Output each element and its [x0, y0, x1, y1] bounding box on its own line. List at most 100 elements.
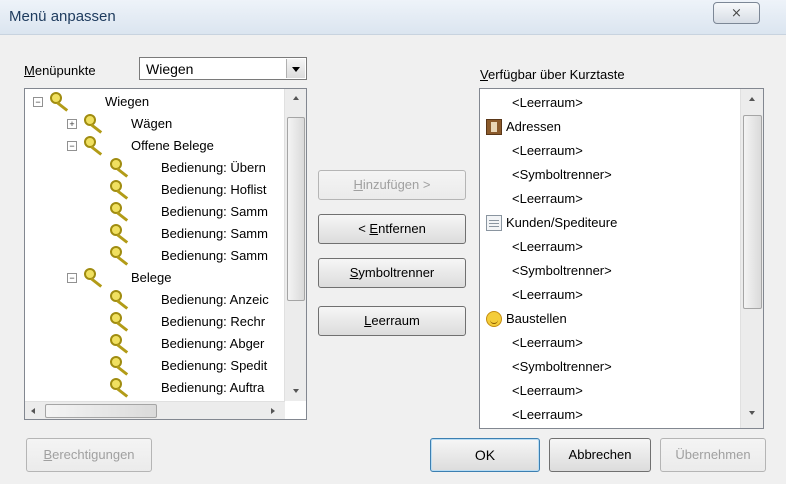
tree-item-label: Bedienung: Anzeic	[161, 292, 269, 307]
available-item-label: <Leerraum>	[512, 191, 583, 206]
key-icon	[109, 157, 133, 179]
tree-scroll-thumb[interactable]	[287, 117, 305, 301]
scroll-down-arrow-icon[interactable]	[293, 389, 299, 393]
available-list-item[interactable]: Baustellen	[480, 307, 740, 331]
scroll-left-arrow-icon[interactable]	[31, 408, 35, 414]
tree-item-label: Bedienung: Spedit	[161, 358, 268, 373]
available-item-label: Adressen	[506, 119, 561, 134]
key-icon	[83, 113, 107, 135]
available-list-item[interactable]: <Leerraum>	[480, 379, 740, 403]
available-item-label: <Leerraum>	[512, 383, 583, 398]
tree-item[interactable]: − Wiegen	[25, 91, 284, 113]
available-item-label: Kunden/Spediteure	[506, 215, 618, 230]
table-icon	[486, 215, 502, 231]
menu-items-label: Menüpunkte	[24, 63, 96, 78]
available-list-item[interactable]: <Leerraum>	[480, 139, 740, 163]
available-item-label: <Symboltrenner>	[512, 167, 612, 182]
tree-item-label: Wägen	[131, 116, 173, 131]
key-icon	[109, 377, 133, 399]
tree-item[interactable]: Bedienung: Übern	[25, 157, 284, 179]
cancel-button[interactable]: Abbrechen	[549, 438, 651, 472]
key-icon	[109, 245, 133, 267]
tree-item-label: Offene Belege	[131, 138, 214, 153]
available-item-label: Baustellen	[506, 311, 567, 326]
collapse-minus-icon[interactable]: −	[67, 141, 77, 151]
menu-items-selected: Wiegen	[146, 61, 194, 77]
available-list-item[interactable]: <Symboltrenner>	[480, 355, 740, 379]
chevron-down-icon[interactable]	[286, 59, 305, 78]
symbol-separator-button[interactable]: Symboltrenner	[318, 258, 466, 288]
menu-items-dropdown[interactable]: Wiegen	[139, 57, 307, 80]
tree-item[interactable]: Bedienung: Auftra	[25, 377, 284, 399]
available-list-item[interactable]: <Leerraum>	[480, 403, 740, 427]
customize-menu-dialog: Menü anpassen ⨯ Menüpunkte Wiegen − Wiege…	[0, 0, 786, 484]
tree-item-label: Bedienung: Übern	[161, 160, 266, 175]
tree-item-label: Bedienung: Samm	[161, 248, 268, 263]
tree-hscroll-thumb[interactable]	[45, 404, 157, 418]
available-item-label: <Leerraum>	[512, 95, 583, 110]
tree-item[interactable]: + Wägen	[25, 113, 284, 135]
key-icon	[83, 267, 107, 289]
key-icon	[109, 355, 133, 377]
available-list-item[interactable]: <Symboltrenner>	[480, 163, 740, 187]
available-item-label: <Symboltrenner>	[512, 359, 612, 374]
tree-item[interactable]: Bedienung: Samm	[25, 223, 284, 245]
tree-item[interactable]: Bedienung: Samm	[25, 201, 284, 223]
tree-item[interactable]: Bedienung: Samm	[25, 245, 284, 267]
tree-item[interactable]: Bedienung: Anzeic	[25, 289, 284, 311]
available-list-item[interactable]: Adressen	[480, 115, 740, 139]
tree-item[interactable]: − Belege	[25, 267, 284, 289]
list-scroll-thumb[interactable]	[743, 115, 762, 309]
available-item-label: <Symboltrenner>	[512, 263, 612, 278]
available-item-label: <Leerraum>	[512, 407, 583, 422]
expand-plus-icon[interactable]: +	[67, 119, 77, 129]
available-item-label: <Leerraum>	[512, 143, 583, 158]
key-icon	[109, 311, 133, 333]
scroll-down-arrow-icon[interactable]	[749, 411, 755, 415]
tree-item-label: Bedienung: Samm	[161, 226, 268, 241]
available-list-item[interactable]: <Leerraum>	[480, 283, 740, 307]
tree-item[interactable]: Bedienung: Abger	[25, 333, 284, 355]
space-button[interactable]: Leerraum	[318, 306, 466, 336]
tree-item[interactable]: Bedienung: Rechr	[25, 311, 284, 333]
smiley-icon	[486, 311, 502, 327]
tree-item-label: Bedienung: Auftra	[161, 380, 265, 395]
tree-item-label: Belege	[131, 270, 172, 285]
book-icon	[486, 119, 502, 135]
ok-button[interactable]: OK	[430, 438, 540, 472]
tree-horizontal-scrollbar[interactable]	[25, 401, 285, 419]
available-item-label: <Leerraum>	[512, 287, 583, 302]
apply-button[interactable]: Übernehmen	[660, 438, 766, 472]
key-icon	[109, 179, 133, 201]
tree-item[interactable]: Bedienung: Spedit	[25, 355, 284, 377]
available-list-item[interactable]: <Leerraum>	[480, 235, 740, 259]
close-button[interactable]: ⨯	[713, 2, 760, 24]
key-icon	[109, 201, 133, 223]
tree-item-label: Bedienung: Rechr	[161, 314, 266, 329]
available-list-item[interactable]: Kunden/Spediteure	[480, 211, 740, 235]
tree-item[interactable]: − Offene Belege	[25, 135, 284, 157]
available-item-label: <Leerraum>	[512, 335, 583, 350]
key-icon	[49, 91, 73, 113]
collapse-minus-icon[interactable]: −	[33, 97, 43, 107]
title-bar[interactable]: Menü anpassen ⨯	[0, 0, 786, 35]
list-vertical-scrollbar[interactable]	[740, 89, 763, 428]
remove-button[interactable]: < Entfernen	[318, 214, 466, 244]
tree-vertical-scrollbar[interactable]	[284, 89, 306, 401]
collapse-minus-icon[interactable]: −	[67, 273, 77, 283]
available-shortcut-list[interactable]: <Leerraum> Adressen <Leerraum> <Symboltrenn…	[479, 88, 764, 429]
available-list-item[interactable]: <Symboltrenner>	[480, 259, 740, 283]
tree-item[interactable]: Bedienung: Hoflist	[25, 179, 284, 201]
menu-tree[interactable]: − Wiegen + Wägen − Offene Belege Bedienung: Üb…	[24, 88, 307, 420]
permissions-button[interactable]: Berechtigungen	[26, 438, 152, 472]
available-list-item[interactable]: <Leerraum>	[480, 331, 740, 355]
tree-item-label: Bedienung: Hoflist	[161, 182, 267, 197]
scroll-up-arrow-icon[interactable]	[749, 97, 755, 101]
scroll-up-arrow-icon[interactable]	[293, 96, 299, 100]
tree-item-label: Bedienung: Samm	[161, 204, 268, 219]
available-shortcut-label: Verfügbar über Kurztaste	[480, 67, 625, 82]
scroll-right-arrow-icon[interactable]	[271, 408, 275, 414]
add-button[interactable]: Hinzufügen >	[318, 170, 466, 200]
available-list-item[interactable]: <Leerraum>	[480, 187, 740, 211]
available-list-item[interactable]: <Leerraum>	[480, 91, 740, 115]
